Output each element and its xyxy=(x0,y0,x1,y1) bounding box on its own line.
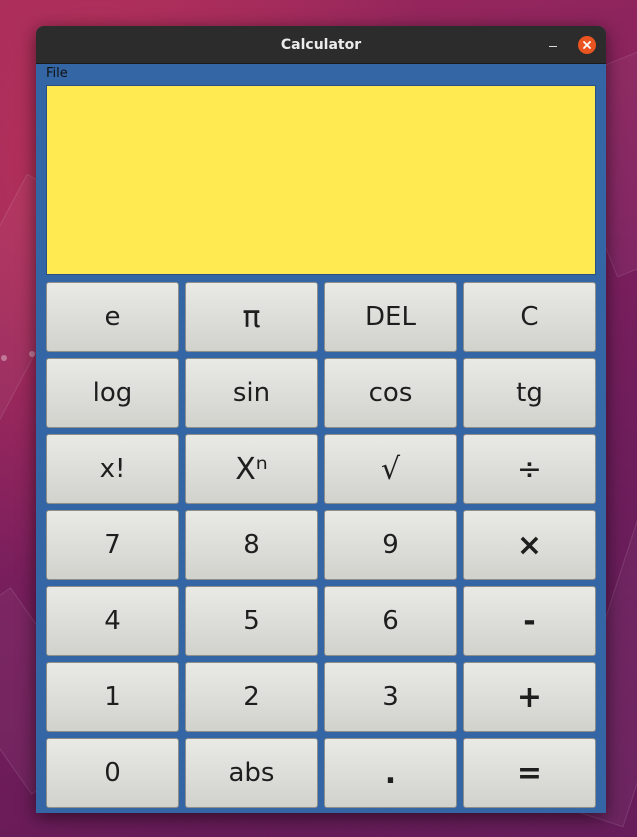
power-button[interactable]: Xⁿ xyxy=(185,434,318,504)
delete-button[interactable]: DEL xyxy=(324,282,457,352)
keypad: e π DEL Clog sin cos tg x! Xⁿ √ ÷ 7 8 9 × 4 5 6- 1 2 3 +0 abs.… xyxy=(46,282,597,808)
tg-button[interactable]: tg xyxy=(463,358,596,428)
abs-button[interactable]: abs xyxy=(185,738,318,808)
sqrt-button[interactable]: √ xyxy=(324,434,457,504)
multiply-button[interactable]: × xyxy=(463,510,596,580)
digit-0-button[interactable]: 0 xyxy=(46,738,179,808)
clear-button[interactable]: C xyxy=(463,282,596,352)
close-button[interactable] xyxy=(577,35,597,55)
cos-button[interactable]: cos xyxy=(324,358,457,428)
calculator-display xyxy=(46,85,596,275)
add-button[interactable]: + xyxy=(463,662,596,732)
equals-button[interactable]: = xyxy=(463,738,596,808)
digit-4-button[interactable]: 4 xyxy=(46,586,179,656)
title-bar[interactable]: Calculator xyxy=(36,26,606,64)
digit-5-button[interactable]: 5 xyxy=(185,586,318,656)
digit-7-button[interactable]: 7 xyxy=(46,510,179,580)
digit-8-button[interactable]: 8 xyxy=(185,510,318,580)
window-title: Calculator xyxy=(280,36,362,53)
e-button[interactable]: e xyxy=(46,282,179,352)
wallpaper-dot xyxy=(29,351,35,357)
pi-button[interactable]: π xyxy=(185,282,318,352)
digit-6-button[interactable]: 6 xyxy=(324,586,457,656)
minimize-icon xyxy=(549,45,557,48)
digit-3-button[interactable]: 3 xyxy=(324,662,457,732)
wallpaper-dot xyxy=(1,355,7,361)
sin-button[interactable]: sin xyxy=(185,358,318,428)
calculator-window: Calculator File e π DEL Clog sin cos tg x! Xⁿ √ ÷ 7… xyxy=(36,26,606,813)
menu-bar: File xyxy=(36,64,606,84)
factorial-button[interactable]: x! xyxy=(46,434,179,504)
divide-button[interactable]: ÷ xyxy=(463,434,596,504)
digit-2-button[interactable]: 2 xyxy=(185,662,318,732)
digit-1-button[interactable]: 1 xyxy=(46,662,179,732)
log-button[interactable]: log xyxy=(46,358,179,428)
decimal-point-button[interactable]: . xyxy=(324,738,457,808)
menu-file[interactable]: File xyxy=(46,66,68,81)
digit-9-button[interactable]: 9 xyxy=(324,510,457,580)
close-icon xyxy=(578,36,596,54)
subtract-button[interactable]: - xyxy=(463,586,596,656)
minimize-button[interactable] xyxy=(543,35,563,55)
